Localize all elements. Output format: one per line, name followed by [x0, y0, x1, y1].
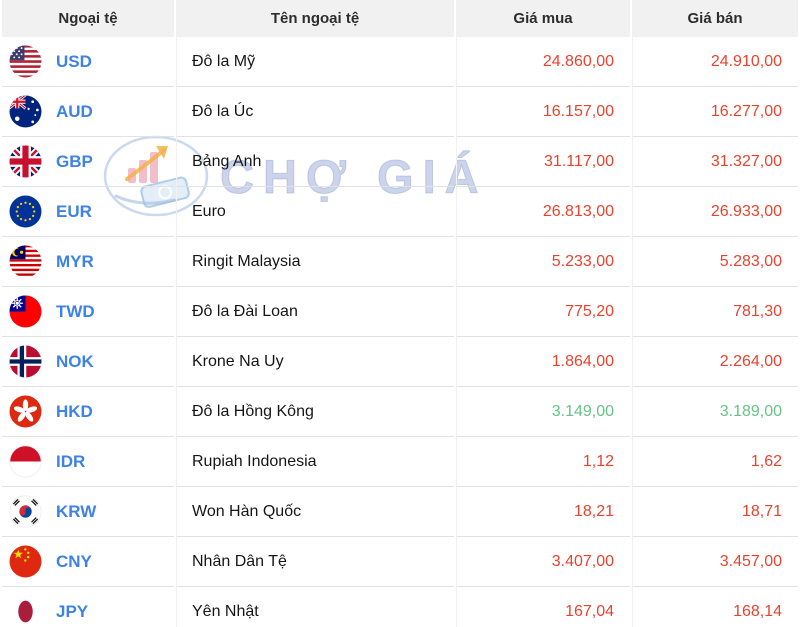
- currency-code[interactable]: CNY: [56, 552, 92, 572]
- jpy-flag-icon: [9, 595, 42, 627]
- buy-price: 167,04: [456, 587, 630, 627]
- currency-name: Đô la Úc: [176, 87, 454, 137]
- sell-price: 3.189,00: [632, 387, 798, 437]
- sell-price: 168,14: [632, 587, 798, 627]
- currency-row-cny[interactable]: CNY Nhân Dân Tệ 3.407,00 3.457,00: [2, 537, 798, 587]
- aud-flag-icon: [9, 95, 42, 128]
- sell-price: 5.283,00: [632, 237, 798, 287]
- idr-flag-icon: [9, 445, 42, 478]
- currency-name: Đô la Đài Loan: [176, 287, 454, 337]
- myr-flag-icon: [9, 245, 42, 278]
- eur-flag-icon: [9, 195, 42, 228]
- sell-price: 16.277,00: [632, 87, 798, 137]
- usd-flag-icon: [9, 45, 42, 78]
- currency-row-twd[interactable]: TWD Đô la Đài Loan 775,20 781,30: [2, 287, 798, 337]
- currency-name: Đô la Mỹ: [176, 37, 454, 87]
- nok-flag-icon: [9, 345, 42, 378]
- buy-price: 24.860,00: [456, 37, 630, 87]
- currency-name: Krone Na Uy: [176, 337, 454, 387]
- sell-price: 24.910,00: [632, 37, 798, 87]
- krw-flag-icon: [9, 495, 42, 528]
- currency-code[interactable]: JPY: [56, 602, 88, 622]
- hkd-flag-icon: [9, 395, 42, 428]
- currency-code[interactable]: HKD: [56, 402, 93, 422]
- currency-row-eur[interactable]: EUR Euro 26.813,00 26.933,00: [2, 187, 798, 237]
- exchange-rate-page: CHỢ GIÁ Ngoại tệ Tên ngoại tệ Giá mua Gi…: [0, 0, 800, 627]
- gbp-flag-icon: [9, 145, 42, 178]
- sell-price: 18,71: [632, 487, 798, 537]
- currency-name: Won Hàn Quốc: [176, 487, 454, 537]
- cny-flag-icon: [9, 545, 42, 578]
- currency-code[interactable]: KRW: [56, 502, 96, 522]
- currency-name: Bảng Anh: [176, 137, 454, 187]
- buy-price: 26.813,00: [456, 187, 630, 237]
- currency-code[interactable]: MYR: [56, 252, 94, 272]
- buy-price: 18,21: [456, 487, 630, 537]
- col-header-buy-price: Giá mua: [456, 0, 630, 37]
- currency-code[interactable]: AUD: [56, 102, 93, 122]
- sell-price: 781,30: [632, 287, 798, 337]
- twd-flag-icon: [9, 295, 42, 328]
- sell-price: 3.457,00: [632, 537, 798, 587]
- currency-row-hkd[interactable]: HKD Đô la Hồng Kông 3.149,00 3.189,00: [2, 387, 798, 437]
- buy-price: 3.149,00: [456, 387, 630, 437]
- currency-row-idr[interactable]: IDR Rupiah Indonesia 1,12 1,62: [2, 437, 798, 487]
- buy-price: 775,20: [456, 287, 630, 337]
- currency-code[interactable]: EUR: [56, 202, 92, 222]
- currency-row-myr[interactable]: MYR Ringit Malaysia 5.233,00 5.283,00: [2, 237, 798, 287]
- currency-code[interactable]: IDR: [56, 452, 85, 472]
- exchange-rate-table: Ngoại tệ Tên ngoại tệ Giá mua Giá bán: [0, 0, 800, 627]
- col-header-currency: Ngoại tệ: [2, 0, 174, 37]
- buy-price: 1,12: [456, 437, 630, 487]
- currency-name: Yên Nhật: [176, 587, 454, 627]
- currency-row-aud[interactable]: AUD Đô la Úc 16.157,00 16.277,00: [2, 87, 798, 137]
- currency-row-gbp[interactable]: GBP Bảng Anh 31.117,00 31.327,00: [2, 137, 798, 187]
- currency-row-usd[interactable]: USD Đô la Mỹ 24.860,00 24.910,00: [2, 37, 798, 87]
- col-header-currency-name: Tên ngoại tệ: [176, 0, 454, 37]
- buy-price: 16.157,00: [456, 87, 630, 137]
- buy-price: 31.117,00: [456, 137, 630, 187]
- currency-name: Đô la Hồng Kông: [176, 387, 454, 437]
- sell-price: 2.264,00: [632, 337, 798, 387]
- table-header-row: Ngoại tệ Tên ngoại tệ Giá mua Giá bán: [2, 0, 798, 37]
- currency-code[interactable]: NOK: [56, 352, 94, 372]
- currency-row-nok[interactable]: NOK Krone Na Uy 1.864,00 2.264,00: [2, 337, 798, 387]
- currency-name: Ringit Malaysia: [176, 237, 454, 287]
- buy-price: 3.407,00: [456, 537, 630, 587]
- buy-price: 1.864,00: [456, 337, 630, 387]
- sell-price: 26.933,00: [632, 187, 798, 237]
- currency-row-jpy[interactable]: JPY Yên Nhật 167,04 168,14: [2, 587, 798, 627]
- currency-code[interactable]: USD: [56, 52, 92, 72]
- sell-price: 31.327,00: [632, 137, 798, 187]
- currency-name: Rupiah Indonesia: [176, 437, 454, 487]
- currency-code[interactable]: GBP: [56, 152, 93, 172]
- col-header-sell-price: Giá bán: [632, 0, 798, 37]
- currency-row-krw[interactable]: KRW Won Hàn Quốc 18,21 18,71: [2, 487, 798, 537]
- buy-price: 5.233,00: [456, 237, 630, 287]
- currency-name: Euro: [176, 187, 454, 237]
- sell-price: 1,62: [632, 437, 798, 487]
- currency-name: Nhân Dân Tệ: [176, 537, 454, 587]
- currency-code[interactable]: TWD: [56, 302, 95, 322]
